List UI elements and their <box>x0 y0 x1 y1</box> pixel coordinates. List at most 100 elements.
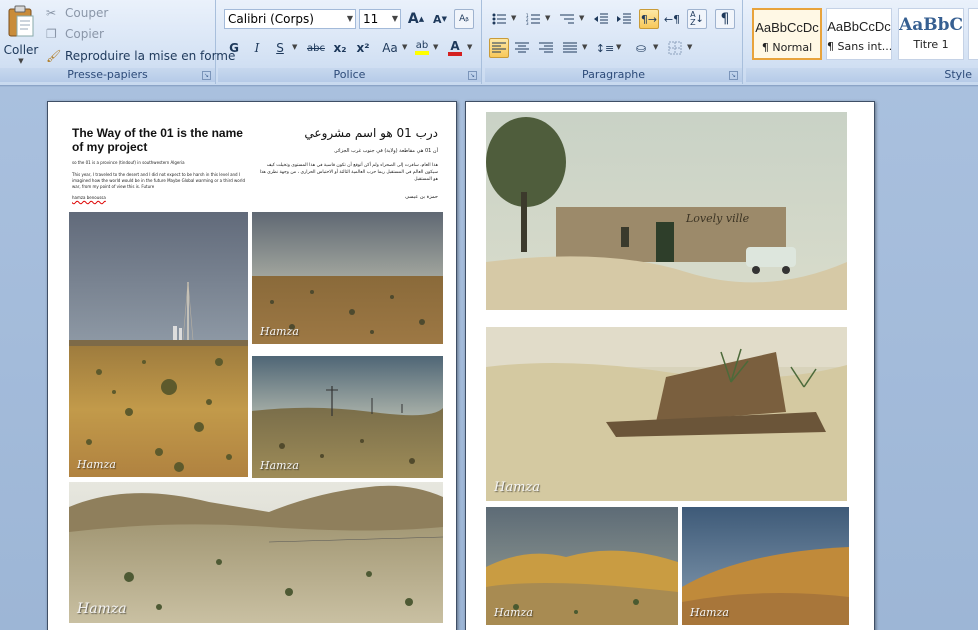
line-spacing-dropdown-icon[interactable]: ▼ <box>616 43 621 51</box>
shading-button[interactable]: ⛀ <box>631 38 651 58</box>
subtitle-ar: أن 01 هي مقاطعة (ولاية) في جنوب غرب الجز… <box>333 148 438 154</box>
font-size-combo[interactable]: 11 ▼ <box>359 9 401 29</box>
font-name-value: Calibri (Corps) <box>228 12 314 26</box>
font-size-value: 11 <box>363 12 379 26</box>
strikethrough-button[interactable]: abc <box>304 38 328 58</box>
font-color-icon: A <box>450 39 460 53</box>
photo-abandoned-house[interactable]: Lovely ville <box>486 112 847 310</box>
decrease-indent-button[interactable] <box>591 9 611 29</box>
format-painter-button[interactable]: 🖌 Reproduire la mise en forme <box>46 47 235 64</box>
body-ar: هذا العام، سافرت إلى الصحراء ولم أكن أتو… <box>259 163 438 182</box>
change-case-dropdown-icon[interactable]: ▼ <box>402 43 407 51</box>
style-heading-1[interactable]: AaBbC Titre 1 <box>898 8 964 60</box>
photo-signature: Hamza <box>494 480 541 495</box>
body-en: This year, I traveled to the desert and … <box>72 172 246 189</box>
superscript-icon: x² <box>356 41 370 55</box>
pilcrow-icon: ¶ <box>720 11 730 27</box>
sort-button[interactable]: A Z ↓ <box>687 9 707 29</box>
subscript-button[interactable]: x₂ <box>330 38 350 58</box>
font-group: Calibri (Corps) ▼ 11 ▼ A ▲ A ▼ Aᵦ G I S ▼ … <box>218 0 482 84</box>
font-color-dropdown-icon[interactable]: ▼ <box>467 43 472 51</box>
rtl-text-icon: ←¶ <box>663 12 681 26</box>
subtitle-en: so the 01 is a province (tindouf) in sou… <box>72 160 185 165</box>
paste-label: Coller <box>3 43 39 57</box>
signature-ar: حمزة بن عيسى <box>405 194 438 200</box>
paragraph-group-title: Paragraphe <box>485 68 742 82</box>
paste-button[interactable]: Coller ▼ <box>3 2 39 65</box>
photo-antenna-plain[interactable]: Hamza <box>69 212 248 477</box>
align-center-icon <box>515 42 529 53</box>
chevron-down-icon: ▼ <box>18 57 24 65</box>
photo-signature: Hamza <box>260 325 299 338</box>
numbering-dropdown-icon[interactable]: ▼ <box>545 14 550 22</box>
photo-signature: Hamza <box>690 606 729 619</box>
title-ar: درب 01 هو اسم مشروعي <box>304 126 438 140</box>
align-left-icon <box>492 42 506 53</box>
align-center-button[interactable] <box>512 38 532 58</box>
photo-mountains[interactable]: Hamza <box>69 482 443 623</box>
ltr-text-icon: ¶→ <box>640 12 658 26</box>
bullets-dropdown-icon[interactable]: ▼ <box>511 14 516 22</box>
show-formatting-marks-button[interactable]: ¶ <box>715 9 735 29</box>
align-right-button[interactable] <box>536 38 556 58</box>
change-case-button[interactable]: Aa <box>378 38 402 58</box>
italic-button[interactable]: I <box>247 38 267 58</box>
increase-indent-icon <box>617 13 631 24</box>
page-right[interactable]: Lovely ville Hamza Hamza Hamza <box>465 101 875 630</box>
photo-ruins[interactable]: Hamza <box>486 327 847 501</box>
multilevel-list-button[interactable] <box>557 9 577 29</box>
chevron-down-icon[interactable]: ▼ <box>347 10 353 28</box>
underline-dropdown-icon[interactable]: ▼ <box>292 43 297 51</box>
numbering-icon: 123 <box>526 13 540 25</box>
highlight-color-button[interactable]: ab <box>412 38 432 58</box>
bold-button[interactable]: G <box>224 38 244 58</box>
bullets-button[interactable] <box>489 9 509 29</box>
document-area[interactable]: The Way of the 01 is the name of my proj… <box>0 87 978 630</box>
photo-signature: Hamza <box>494 606 533 619</box>
paragraph-dialog-launcher-icon[interactable]: ↘ <box>729 71 738 80</box>
font-color-button[interactable]: A <box>445 38 465 58</box>
underline-button[interactable]: S <box>270 38 290 58</box>
borders-button[interactable] <box>665 38 685 58</box>
font-dialog-launcher-icon[interactable]: ↘ <box>468 71 477 80</box>
photo-dune-sky[interactable]: Hamza <box>682 507 849 625</box>
increase-indent-button[interactable] <box>614 9 634 29</box>
style-normal[interactable]: AaBbCcDc ¶ Normal <box>752 8 822 60</box>
photo-reg-plain[interactable]: Hamza <box>252 212 443 344</box>
borders-dropdown-icon[interactable]: ▼ <box>687 43 692 51</box>
line-spacing-button[interactable]: ↕≡ <box>595 38 615 58</box>
copy-button[interactable]: ❐ Copier <box>46 25 104 42</box>
cut-button[interactable]: ✂ Couper <box>46 4 108 21</box>
clear-formatting-icon: Aᵦ <box>459 14 469 24</box>
shrink-font-button[interactable]: A ▼ <box>430 9 450 29</box>
multilevel-dropdown-icon[interactable]: ▼ <box>579 14 584 22</box>
justify-button[interactable] <box>560 38 580 58</box>
chevron-down-icon[interactable]: ▼ <box>392 10 398 28</box>
shrink-font-icon: A <box>433 12 442 26</box>
clipboard-dialog-launcher-icon[interactable]: ↘ <box>202 71 211 80</box>
numbering-button[interactable]: 123 <box>523 9 543 29</box>
align-left-button[interactable] <box>489 38 509 58</box>
shading-dropdown-icon[interactable]: ▼ <box>653 43 658 51</box>
justify-dropdown-icon[interactable]: ▼ <box>582 43 587 51</box>
grow-font-button[interactable]: A ▲ <box>406 9 426 29</box>
font-group-title: Police <box>218 68 481 82</box>
wall-graffiti: Lovely ville <box>685 212 750 225</box>
superscript-button[interactable]: x² <box>353 38 373 58</box>
highlight-dropdown-icon[interactable]: ▼ <box>433 43 438 51</box>
photo-power-lines[interactable]: Hamza <box>252 356 443 478</box>
multilevel-list-icon <box>560 14 574 24</box>
clear-formatting-button[interactable]: Aᵦ <box>454 9 474 29</box>
copy-icon: ❐ <box>46 26 57 41</box>
style-sample: AaBbC <box>899 15 963 35</box>
style-name: ¶ Normal <box>761 41 813 54</box>
photo-dunes[interactable]: Hamza <box>486 507 678 625</box>
font-name-combo[interactable]: Calibri (Corps) ▼ <box>224 9 356 29</box>
rtl-text-button[interactable]: ←¶ <box>662 9 682 29</box>
page-left[interactable]: The Way of the 01 is the name of my proj… <box>47 101 457 630</box>
change-case-icon: Aa <box>382 41 398 55</box>
ltr-text-button[interactable]: ¶→ <box>639 9 659 29</box>
style-no-spacing[interactable]: AaBbCcDc ¶ Sans int... <box>826 8 892 60</box>
style-next-partial[interactable] <box>968 8 978 60</box>
decrease-indent-icon <box>594 13 608 24</box>
